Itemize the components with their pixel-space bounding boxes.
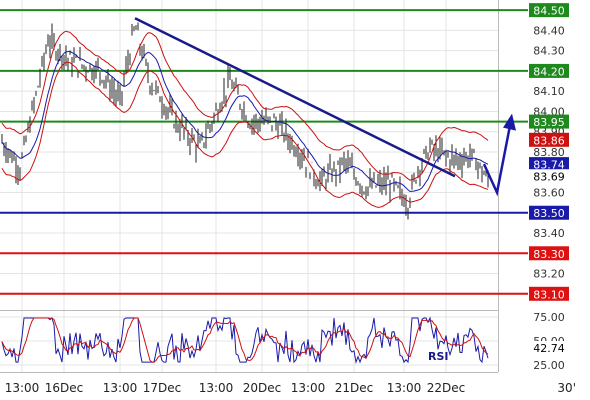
time-axis: 13:00 16Dec 13:00 17Dec 13:00 20Dec 13:00 21Dec… xyxy=(5,381,576,395)
price-tick-label: 84.30 xyxy=(533,45,565,58)
level-tag-text: 83.10 xyxy=(533,288,565,301)
time-tick-label: 16Dec xyxy=(45,381,84,395)
rsi-value-tag: 42.74 xyxy=(533,342,565,355)
rsi-tick-label: 25.00 xyxy=(533,359,565,372)
indicator-tag: 83.86 xyxy=(529,132,569,147)
resistance-trendline xyxy=(134,17,456,178)
level-tag-text: 83.30 xyxy=(533,248,565,261)
price-chart: 75.0050.0025.00RSI42.74 84.5084.4084.308… xyxy=(0,0,576,395)
rsi-signal-line xyxy=(1,317,489,363)
level-tag-text: 84.50 xyxy=(533,5,565,18)
level-tag: 84.50 xyxy=(529,3,569,18)
annotations xyxy=(134,17,516,197)
time-tick-label: 17Dec xyxy=(143,381,182,395)
price-tick-label: 83.40 xyxy=(533,227,565,240)
level-tag-text: 83.50 xyxy=(533,207,565,220)
price-tick-label: 84.10 xyxy=(533,85,565,98)
level-tag: 83.30 xyxy=(529,246,569,261)
level-tag: 83.10 xyxy=(529,286,569,301)
current-price-tag-text: 83.69 xyxy=(533,171,565,184)
price-tick-label: 83.80 xyxy=(533,146,565,159)
indicator-tag-text: 83.86 xyxy=(533,134,565,147)
time-tick-label: 20Dec xyxy=(243,381,282,395)
indicator-overlays xyxy=(1,30,489,208)
time-tick-label: 13:00 xyxy=(291,381,326,395)
rsi-tick-label: 75.00 xyxy=(533,311,565,324)
level-tag-text: 83.95 xyxy=(533,116,565,129)
current-price-tag: 83.69 xyxy=(529,169,569,184)
bollinger-lower-line xyxy=(1,61,489,208)
level-tag: 84.20 xyxy=(529,63,569,78)
time-tick-label: 13:00 xyxy=(5,381,40,395)
time-tick-label: 13:00 xyxy=(103,381,138,395)
price-tick-label: 83.20 xyxy=(533,268,565,281)
timeframe-label: 30' xyxy=(557,381,576,395)
time-tick-label: 13:00 xyxy=(199,381,234,395)
time-tick-label: 13:00 xyxy=(387,381,422,395)
price-tick-label: 84.40 xyxy=(533,24,565,37)
price-tick-label: 83.60 xyxy=(533,186,565,199)
level-tag: 83.95 xyxy=(529,114,569,129)
price-axis: 84.5084.4084.3084.2084.1084.0083.9083.80… xyxy=(529,3,569,301)
rsi-panel: 75.0050.0025.00RSI42.74 xyxy=(0,311,569,372)
level-tag-text: 84.20 xyxy=(533,65,565,78)
level-tag: 83.50 xyxy=(529,205,569,220)
time-tick-label: 21Dec xyxy=(335,381,374,395)
time-tick-label: 22Dec xyxy=(427,381,466,395)
rsi-label: RSI xyxy=(428,350,449,363)
